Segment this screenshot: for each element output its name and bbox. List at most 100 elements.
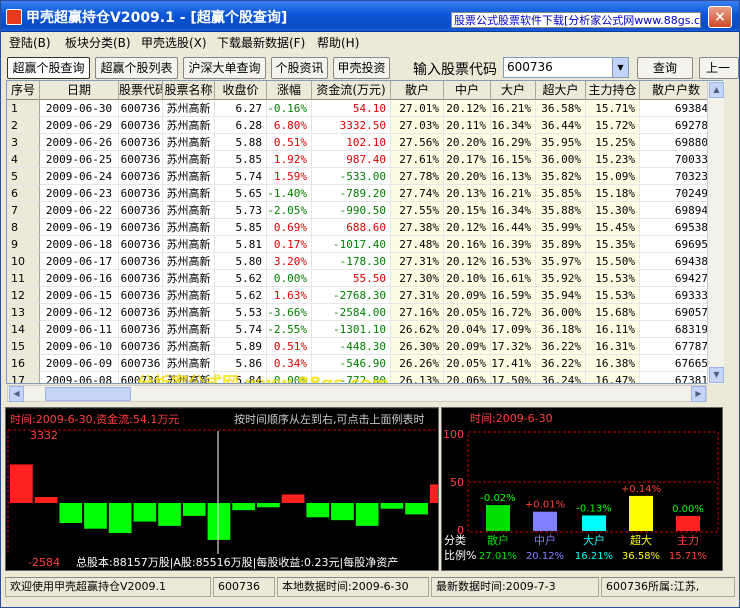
- menu-login[interactable]: 登陆(B): [9, 34, 51, 51]
- table-row[interactable]: 14 2009-06-11 600736 苏州高新 5.74 -2.55% -1301.10…: [7, 321, 722, 338]
- table-row[interactable]: 3 2009-06-26 600736 苏州高新 5.88 0.51% 102.10 27.5…: [7, 134, 722, 151]
- cell-name: 苏州高新: [163, 168, 215, 185]
- flow-bar[interactable]: [257, 503, 280, 508]
- cell-mid: 20.11%: [444, 117, 491, 134]
- cell-mid: 20.04%: [444, 321, 491, 338]
- header-index[interactable]: 序号: [7, 81, 40, 100]
- cell-close: 5.53: [215, 304, 267, 321]
- scroll-left-icon[interactable]: ◀: [9, 386, 24, 402]
- cell-code: 600736: [119, 236, 163, 253]
- header-holders[interactable]: 散户户数: [640, 81, 713, 100]
- cell-mid: 20.05%: [444, 355, 491, 372]
- tab-invest[interactable]: 甲壳投资: [333, 57, 390, 79]
- flow-bar[interactable]: [429, 484, 453, 503]
- vertical-scrollbar[interactable]: ▲ ▼: [707, 81, 724, 384]
- cell-flow: -1301.10: [312, 321, 391, 338]
- cell-code: 600736: [119, 117, 163, 134]
- flow-bar[interactable]: [331, 503, 354, 521]
- table-row[interactable]: 15 2009-06-10 600736 苏州高新 5.89 0.51% -448.30 26…: [7, 338, 722, 355]
- cell-main: 15.45%: [586, 219, 640, 236]
- money-flow-panel[interactable]: 时间:2009-6-30,资金流:54.1万元 按时间顺序从左到右,可点击上面例表…: [5, 407, 453, 571]
- flow-bar[interactable]: [182, 503, 206, 516]
- flow-bar[interactable]: [232, 503, 255, 511]
- money-flow-chart[interactable]: 时间:2009-6-30,资金流:54.1万元 按时间顺序从左到右,可点击上面例表…: [6, 407, 453, 570]
- flow-bar[interactable]: [355, 503, 379, 526]
- close-button[interactable]: ×: [708, 6, 732, 28]
- menu-select[interactable]: 甲壳选股(X): [141, 34, 207, 51]
- table-row[interactable]: 12 2009-06-15 600736 苏州高新 5.62 1.63% -2768.30 2…: [7, 287, 722, 304]
- cell-date: 2009-06-17: [40, 253, 119, 270]
- table-row[interactable]: 4 2009-06-25 600736 苏州高新 5.85 1.92% 987.40 27.6…: [7, 151, 722, 168]
- header-big[interactable]: 大户: [491, 81, 536, 100]
- flow-bar[interactable]: [59, 503, 83, 523]
- table-row[interactable]: 9 2009-06-18 600736 苏州高新 5.81 0.17% -1017.40 27…: [7, 236, 722, 253]
- header-date[interactable]: 日期: [40, 81, 119, 100]
- scroll-right-icon[interactable]: ▶: [691, 386, 706, 402]
- header-close[interactable]: 收盘价: [215, 81, 267, 100]
- header-code[interactable]: 股票代码: [119, 81, 163, 100]
- cell-change: 3.20%: [267, 253, 312, 270]
- cell-index: 10: [7, 253, 40, 270]
- table-row[interactable]: 8 2009-06-19 600736 苏州高新 5.85 0.69% 688.60 27.3…: [7, 219, 722, 236]
- cell-date: 2009-06-19: [40, 219, 119, 236]
- flow-bar[interactable]: [207, 503, 231, 540]
- header-retail[interactable]: 散户: [391, 81, 444, 100]
- cell-mid: 20.15%: [444, 202, 491, 219]
- cell-close: 5.73: [215, 202, 267, 219]
- table-row[interactable]: 1 2009-06-30 600736 苏州高新 6.27 -0.16% 54.10 27.0…: [7, 100, 722, 117]
- scroll-down-icon[interactable]: ▼: [709, 367, 724, 383]
- flow-bar[interactable]: [405, 503, 428, 515]
- holding-category: 中户: [534, 533, 556, 547]
- header-flow[interactable]: 资金流(万元): [312, 81, 391, 100]
- flow-bar[interactable]: [281, 494, 305, 503]
- table-row[interactable]: 6 2009-06-23 600736 苏州高新 5.65 -1.40% -789.20 27…: [7, 185, 722, 202]
- title-bar[interactable]: 甲壳超赢持仓V2009.1 - [超赢个股查询] 股票公式股票软件下载[分析家公…: [1, 1, 739, 32]
- horizontal-scrollbar[interactable]: ◀ ▶: [7, 385, 707, 402]
- cell-holders: 70323: [640, 168, 713, 185]
- scroll-up-icon[interactable]: ▲: [709, 82, 724, 98]
- tab-stock-query[interactable]: 超赢个股查询: [7, 57, 90, 79]
- cell-flow: 3332.50: [312, 117, 391, 134]
- flow-bar[interactable]: [306, 503, 330, 518]
- menu-sector[interactable]: 板块分类(B): [65, 34, 131, 51]
- menu-help[interactable]: 帮助(H): [317, 34, 359, 51]
- cell-big: 16.21%: [491, 100, 536, 117]
- table-row[interactable]: 7 2009-06-22 600736 苏州高新 5.73 -2.05% -990.50 27…: [7, 202, 722, 219]
- flow-bar[interactable]: [158, 503, 181, 526]
- flow-bar[interactable]: [84, 503, 107, 529]
- table-row[interactable]: 2 2009-06-29 600736 苏州高新 6.28 6.80% 3332.50 27.…: [7, 117, 722, 134]
- stock-code-input[interactable]: 600736 ▼: [503, 57, 629, 78]
- flow-bar[interactable]: [108, 503, 132, 533]
- table-row[interactable]: 11 2009-06-16 600736 苏州高新 5.62 0.00% 55.50 27.3…: [7, 270, 722, 287]
- prev-button[interactable]: 上一: [699, 57, 739, 79]
- flow-bar[interactable]: [10, 464, 33, 503]
- flow-bar[interactable]: [34, 497, 58, 503]
- cell-date: 2009-06-25: [40, 151, 119, 168]
- table-row[interactable]: 13 2009-06-12 600736 苏州高新 5.53 -3.66% -2584.00…: [7, 304, 722, 321]
- cell-index: 16: [7, 355, 40, 372]
- query-button[interactable]: 查询: [637, 57, 693, 79]
- scroll-thumb[interactable]: [45, 387, 131, 401]
- data-table[interactable]: 序号 日期 股票代码 股票名称 收盘价 涨幅 资金流(万元) 散户 中户 大户 超大户 主力持仓 散户户…: [6, 80, 723, 384]
- tab-news[interactable]: 个股资讯: [271, 57, 328, 79]
- table-row[interactable]: 5 2009-06-24 600736 苏州高新 5.74 1.59% -533.00 27.…: [7, 168, 722, 185]
- header-super[interactable]: 超大户: [536, 81, 586, 100]
- cell-super: 35.99%: [536, 219, 586, 236]
- tab-block-order[interactable]: 沪深大单查询: [183, 57, 266, 79]
- title-ad-link[interactable]: 股票公式股票软件下载[分析家公式网www.88gs.com]: [451, 12, 701, 28]
- dropdown-arrow-icon[interactable]: ▼: [612, 58, 628, 77]
- header-main[interactable]: 主力持仓: [586, 81, 640, 100]
- holding-change-label: -0.02%: [480, 493, 515, 504]
- cell-name: 苏州高新: [163, 338, 215, 355]
- holding-panel[interactable]: 时间:2009-6-30 100 50 0 -0.02% 散户 27.01% +0.01% 中户…: [441, 407, 723, 571]
- tab-stock-list[interactable]: 超赢个股列表: [95, 57, 178, 79]
- table-row[interactable]: 10 2009-06-17 600736 苏州高新 5.80 3.20% -178.30 27…: [7, 253, 722, 270]
- header-change[interactable]: 涨幅: [267, 81, 312, 100]
- header-name[interactable]: 股票名称: [163, 81, 215, 100]
- cell-big: 16.39%: [491, 236, 536, 253]
- menu-download[interactable]: 下载最新数据(F): [217, 34, 305, 51]
- flow-bar[interactable]: [133, 503, 157, 522]
- flow-bar[interactable]: [380, 503, 404, 509]
- header-mid[interactable]: 中户: [444, 81, 491, 100]
- holding-bar-0: [486, 505, 510, 531]
